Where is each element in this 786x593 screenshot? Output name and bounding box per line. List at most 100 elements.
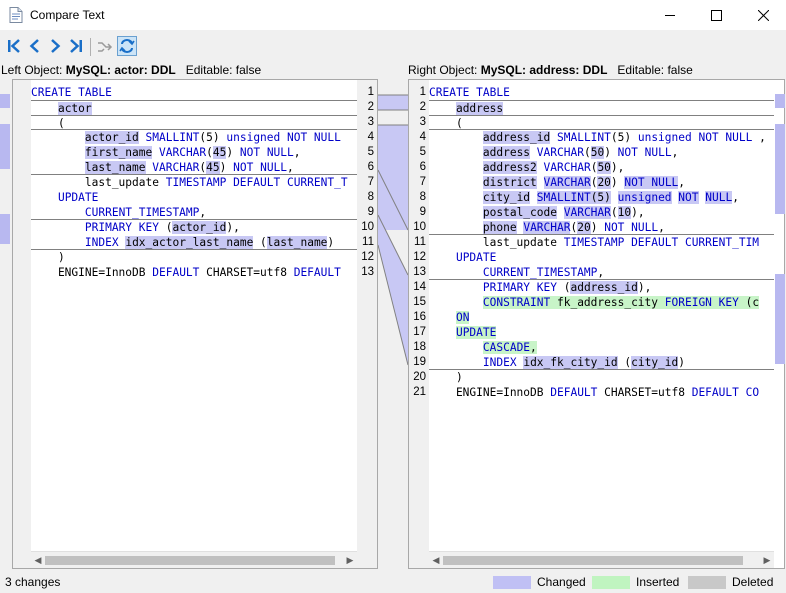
line-number: 17	[413, 326, 426, 338]
code-line: UPDATE	[57, 191, 99, 204]
line-number: 7	[367, 176, 374, 188]
left-object-name: MySQL: actor: DDL	[65, 63, 176, 77]
left-code[interactable]: CREATE TABLE actor ( actor_id SMALLINT(5…	[31, 80, 357, 280]
first-difference-button[interactable]	[4, 36, 24, 56]
right-horizontal-scrollbar[interactable]: ◀ ▶	[429, 551, 774, 568]
line-number: 14	[413, 281, 426, 293]
previous-difference-icon	[29, 39, 39, 53]
line-number: 11	[414, 236, 426, 248]
legend-inserted-label: Inserted	[636, 575, 680, 589]
code-line: )	[31, 251, 65, 264]
left-gutter	[13, 80, 31, 568]
left-text-pane[interactable]: CREATE TABLE actor ( actor_id SMALLINT(5…	[12, 79, 378, 569]
toolbar-separator	[90, 38, 91, 56]
last-difference-button[interactable]	[66, 36, 86, 56]
close-button[interactable]	[740, 0, 786, 30]
previous-difference-button[interactable]	[25, 36, 45, 56]
scroll-right-icon[interactable]: ▶	[345, 555, 355, 565]
minimize-button[interactable]	[647, 0, 693, 30]
code-line: last_update TIMESTAMP DEFAULT CURRENT_T	[31, 176, 348, 189]
left-editable: Editable: false	[185, 63, 262, 77]
change-marker[interactable]	[0, 94, 10, 108]
right-editable: Editable: false	[617, 63, 693, 77]
left-horizontal-scrollbar[interactable]: ◀ ▶	[31, 551, 357, 568]
code-line: phone VARCHAR(20) NOT NULL,	[429, 220, 774, 235]
line-number: 13	[361, 266, 374, 278]
line-number: 15	[413, 296, 426, 308]
code-line: address	[429, 100, 774, 115]
scroll-left-icon[interactable]: ◀	[33, 555, 43, 565]
line-number: 10	[361, 221, 374, 233]
line-number: 5	[367, 146, 374, 158]
line-number: 11	[362, 236, 374, 248]
change-marker[interactable]	[0, 124, 10, 169]
scroll-thumb[interactable]	[45, 556, 335, 565]
code-line: CONSTRAINT fk_address_city FOREIGN KEY (…	[482, 296, 760, 309]
next-difference-icon	[51, 39, 61, 53]
next-difference-button[interactable]	[45, 36, 65, 56]
code-line: postal_code VARCHAR(10),	[482, 206, 645, 219]
code-line: last_name VARCHAR(45) NOT NULL,	[31, 160, 357, 175]
code-line: CREATE TABLE	[429, 86, 510, 99]
change-marker[interactable]	[775, 124, 785, 214]
line-number: 2	[419, 101, 426, 113]
code-line: CREATE TABLE	[31, 85, 357, 100]
change-marker[interactable]	[775, 94, 785, 108]
line-number: 21	[413, 386, 426, 398]
scroll-left-icon[interactable]: ◀	[431, 555, 441, 565]
code-line: INDEX idx_actor_last_name (last_name)	[31, 235, 357, 250]
code-line: first_name VARCHAR(45) NOT NULL,	[84, 146, 301, 159]
close-icon	[757, 9, 769, 21]
first-difference-icon	[8, 39, 20, 53]
right-object-name: MySQL: address: DDL	[480, 63, 608, 77]
left-overview-bar[interactable]	[0, 79, 10, 569]
line-number: 10	[413, 221, 426, 233]
change-count: 3 changes	[5, 575, 61, 589]
right-text-pane[interactable]: CREATE TABLE address ( address_id SMALLI…	[408, 79, 785, 569]
toolbar	[0, 32, 786, 60]
legend-changed-label: Changed	[537, 575, 586, 589]
line-number: 2	[367, 101, 374, 113]
line-number: 6	[419, 161, 426, 173]
line-number: 5	[419, 146, 426, 158]
last-difference-icon	[70, 39, 82, 53]
code-line: UPDATE	[455, 251, 497, 264]
left-object-label: Left Object:	[1, 63, 63, 77]
changed-swatch	[493, 575, 531, 589]
title-bar: Compare Text	[0, 0, 786, 30]
line-number: 19	[413, 356, 426, 368]
line-number: 1	[419, 86, 426, 98]
left-object-info: Left Object: MySQL: actor: DDL Editable:…	[1, 63, 261, 77]
line-number: 1	[367, 86, 374, 98]
code-line: CURRENT_TIMESTAMP,	[429, 265, 774, 280]
status-bar: 3 changes Changed Inserted Deleted	[0, 572, 786, 593]
window-title: Compare Text	[30, 8, 105, 22]
maximize-button[interactable]	[693, 0, 739, 30]
code-line: ENGINE=InnoDB DEFAULT CHARSET=utf8 DEFAU…	[31, 266, 341, 279]
change-marker[interactable]	[775, 274, 785, 364]
code-line: INDEX idx_fk_city_id (city_id)	[429, 355, 774, 370]
line-number: 7	[419, 176, 426, 188]
code-line: ON	[455, 311, 470, 324]
code-line: UPDATE	[455, 326, 497, 339]
code-line: actor	[31, 100, 357, 115]
right-code[interactable]: CREATE TABLE address ( address_id SMALLI…	[429, 80, 774, 400]
sync-scroll-button[interactable]	[117, 36, 137, 56]
right-overview-bar[interactable]	[775, 79, 785, 569]
line-number: 16	[413, 311, 426, 323]
merge-button[interactable]	[95, 36, 115, 56]
line-number: 9	[419, 206, 426, 218]
sync-scroll-icon	[119, 39, 135, 53]
line-number: 20	[413, 371, 426, 383]
legend-deleted: Deleted	[688, 575, 773, 589]
legend-inserted: Inserted	[592, 575, 679, 589]
line-number: 8	[367, 191, 374, 203]
line-number: 8	[419, 191, 426, 203]
scroll-right-icon[interactable]: ▶	[762, 555, 772, 565]
code-line: (	[429, 115, 774, 130]
code-line: city_id SMALLINT(5) unsigned NOT NULL,	[482, 191, 739, 204]
scroll-thumb[interactable]	[443, 556, 743, 565]
inserted-swatch	[592, 575, 630, 589]
code-line: last_update TIMESTAMP DEFAULT CURRENT_TI…	[429, 236, 760, 249]
change-marker[interactable]	[0, 214, 10, 244]
